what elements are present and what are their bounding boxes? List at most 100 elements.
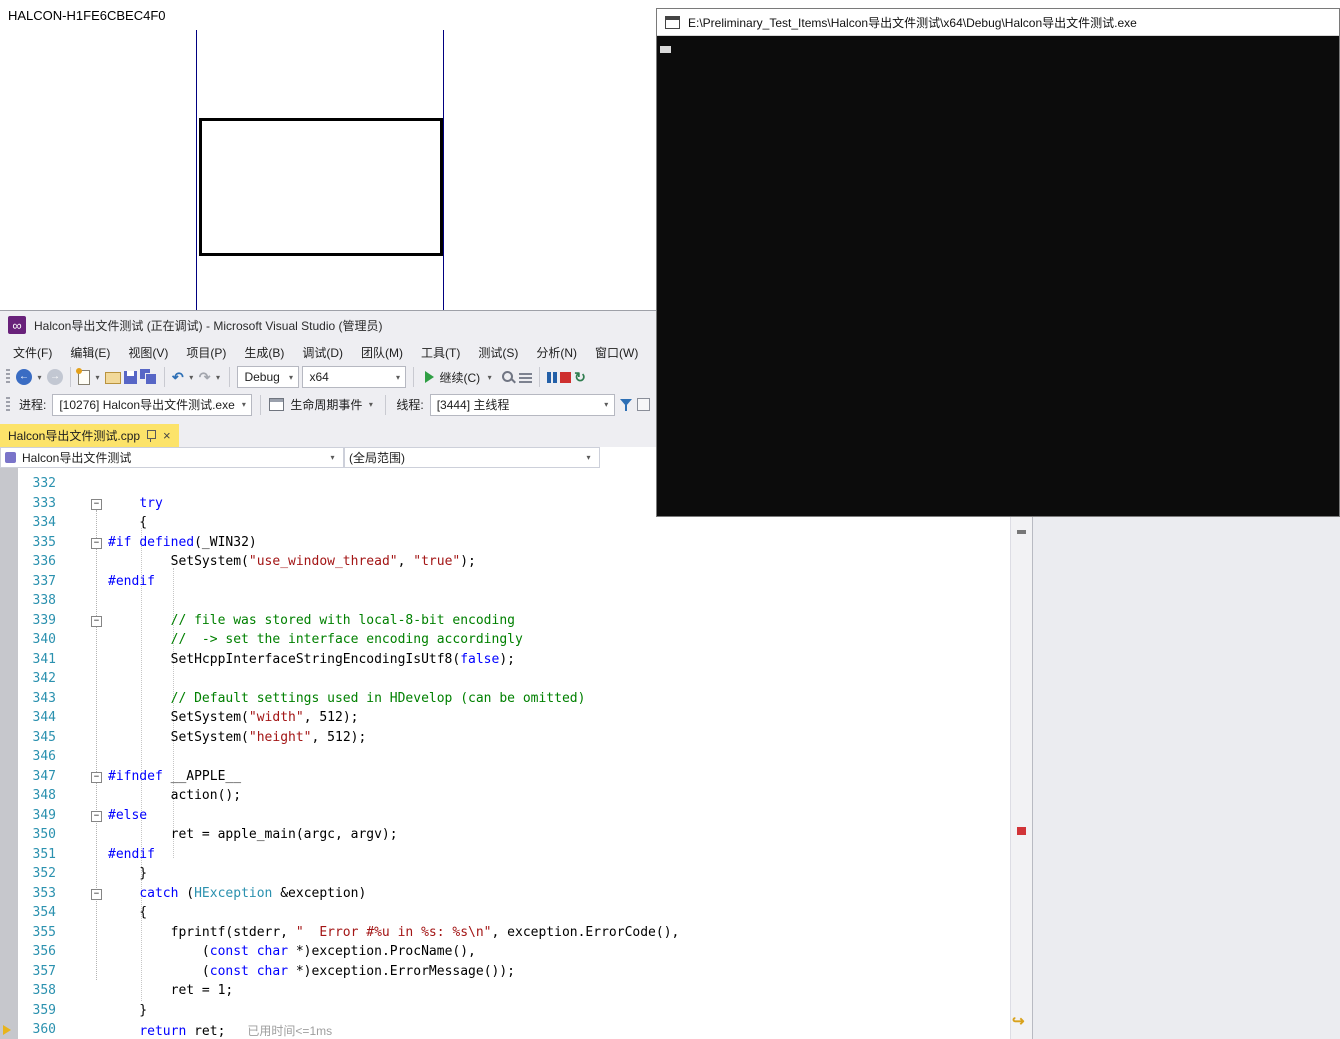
save-icon[interactable] xyxy=(124,370,137,384)
code-line-351[interactable]: 351 #endif xyxy=(0,846,1010,866)
dropdown-caret-icon[interactable]: ▾ xyxy=(93,373,102,382)
code-line-337[interactable]: 337 #endif xyxy=(0,573,1010,593)
stop-debugging-icon[interactable] xyxy=(560,371,572,383)
dropdown-caret-icon[interactable]: ▾ xyxy=(584,453,593,462)
code-line-344[interactable]: 344 SetSystem("width", 512); xyxy=(0,709,1010,729)
menu-item-3[interactable]: 项目(P) xyxy=(177,339,235,363)
code-line-356[interactable]: 356 (const char *)exception.ProcName(), xyxy=(0,943,1010,963)
toolbar-grip[interactable] xyxy=(6,369,10,385)
scrollbar-caret-mark xyxy=(1017,530,1026,534)
filter-icon[interactable] xyxy=(619,398,633,412)
code-line-345[interactable]: 345 SetSystem("height", 512); xyxy=(0,729,1010,749)
code-line-342[interactable]: 342 xyxy=(0,670,1010,690)
dropdown-caret-icon[interactable]: ▾ xyxy=(366,400,375,409)
code-line-357[interactable]: 357 (const char *)exception.ErrorMessage… xyxy=(0,963,1010,983)
fold-toggle-icon[interactable]: − xyxy=(91,498,102,510)
menu-item-1[interactable]: 编辑(E) xyxy=(61,339,119,363)
fold-toggle-icon[interactable]: − xyxy=(91,537,102,549)
dropdown-caret-icon[interactable]: ▾ xyxy=(35,373,44,382)
menu-item-8[interactable]: 测试(S) xyxy=(469,339,527,363)
menu-item-6[interactable]: 团队(M) xyxy=(352,339,412,363)
code-line-349[interactable]: 349 − #else xyxy=(0,807,1010,827)
scrollbar-breakpoint-mark xyxy=(1017,827,1026,835)
line-number: 337 xyxy=(32,573,56,589)
menu-item-9[interactable]: 分析(N) xyxy=(527,339,586,363)
code-line-348[interactable]: 348 action(); xyxy=(0,787,1010,807)
perf-tip[interactable]: 已用时间<=1ms xyxy=(247,1024,332,1038)
fold-toggle-icon[interactable]: − xyxy=(91,615,102,627)
fold-toggle-icon[interactable]: − xyxy=(91,810,102,822)
solution-platform-combo[interactable]: x64 ▾ xyxy=(302,366,407,388)
code-line-343[interactable]: 343 // Default settings used in HDevelop… xyxy=(0,690,1010,710)
save-all-icon[interactable] xyxy=(140,369,157,385)
code-text: (const char *)exception.ProcName(), xyxy=(108,944,476,959)
process-label: 进程: xyxy=(19,398,47,412)
code-line-341[interactable]: 341 SetHcppInterfaceStringEncodingIsUtf8… xyxy=(0,651,1010,671)
undo-icon[interactable]: ↶ xyxy=(172,369,184,385)
solution-configuration-combo[interactable]: Debug ▾ xyxy=(237,366,300,388)
new-file-icon[interactable] xyxy=(76,367,90,385)
lifecycle-events-dropdown[interactable]: 生命周期事件 ▾ xyxy=(288,396,377,413)
menu-item-10[interactable]: 窗口(W) xyxy=(586,339,647,363)
open-file-icon[interactable] xyxy=(105,372,121,384)
menu-item-0[interactable]: 文件(F) xyxy=(4,339,61,363)
code-line-350[interactable]: 350 ret = apple_main(argc, argv); xyxy=(0,826,1010,846)
console-window[interactable]: E:\Preliminary_Test_Items\Halcon导出文件测试\x… xyxy=(656,8,1340,517)
code-line-346[interactable]: 346 xyxy=(0,748,1010,768)
toolbar-grip[interactable] xyxy=(6,396,10,413)
code-line-353[interactable]: 353 − catch (HException &exception) xyxy=(0,885,1010,905)
project-icon xyxy=(5,452,16,463)
navigate-back-icon[interactable]: ← xyxy=(16,369,32,385)
fold-toggle-icon[interactable]: − xyxy=(91,888,102,900)
console-title-bar[interactable]: E:\Preliminary_Test_Items\Halcon导出文件测试\x… xyxy=(657,9,1339,36)
flag-icon[interactable] xyxy=(636,398,650,411)
toolbar-separator xyxy=(539,367,541,387)
restart-icon[interactable]: ↻ xyxy=(574,369,586,385)
members-combo[interactable]: (全局范围) ▾ xyxy=(344,447,600,468)
code-line-340[interactable]: 340 // -> set the interface encoding acc… xyxy=(0,631,1010,651)
code-line-354[interactable]: 354 { xyxy=(0,904,1010,924)
code-line-358[interactable]: 358 ret = 1; xyxy=(0,982,1010,1002)
code-line-336[interactable]: 336 SetSystem("use_window_thread", "true… xyxy=(0,553,1010,573)
editor-vertical-scrollbar[interactable]: ↪ xyxy=(1010,468,1032,1039)
menu-item-5[interactable]: 调试(D) xyxy=(293,339,352,363)
halcon-graphics-window[interactable]: HALCON-H1FE6CBEC4F0 xyxy=(0,0,658,310)
code-editor[interactable]: 332 333− try 334 {335− #if defined(_WIN32) 3… xyxy=(0,468,1032,1039)
code-line-359[interactable]: 359 } xyxy=(0,1002,1010,1022)
fold-toggle-icon[interactable]: − xyxy=(91,771,102,783)
dropdown-caret-icon[interactable]: ▾ xyxy=(213,373,222,382)
code-line-339[interactable]: 339 − // file was stored with local-8-bit… xyxy=(0,612,1010,632)
dropdown-caret-icon[interactable]: ▾ xyxy=(602,400,611,409)
output-window-icon[interactable] xyxy=(519,372,533,384)
search-icon[interactable] xyxy=(501,370,516,385)
types-combo[interactable]: Halcon导出文件测试 ▾ xyxy=(0,447,344,468)
code-line-352[interactable]: 352 } xyxy=(0,865,1010,885)
close-icon[interactable]: × xyxy=(163,429,171,442)
thread-label: 线程: xyxy=(396,398,424,412)
line-number: 340 xyxy=(32,632,56,647)
redo-icon[interactable]: ↷ xyxy=(199,369,211,385)
dropdown-caret-icon[interactable]: ▾ xyxy=(286,373,295,382)
break-all-icon[interactable] xyxy=(547,370,558,384)
code-text: action(); xyxy=(108,788,242,803)
dropdown-caret-icon[interactable]: ▾ xyxy=(328,453,337,462)
dropdown-caret-icon[interactable]: ▾ xyxy=(393,373,402,382)
menu-item-4[interactable]: 生成(B) xyxy=(235,339,293,363)
code-line-360[interactable]: 360 return ret; 已用时间<=1ms xyxy=(0,1021,1010,1039)
menu-item-7[interactable]: 工具(T) xyxy=(412,339,469,363)
dropdown-caret-icon[interactable]: ▾ xyxy=(187,373,196,382)
line-number: 350 xyxy=(32,827,56,842)
dropdown-caret-icon[interactable]: ▾ xyxy=(239,400,248,409)
code-line-335[interactable]: 335 − #if defined(_WIN32) xyxy=(0,534,1010,554)
tab-halcon-cpp[interactable]: Halcon导出文件测试.cpp × xyxy=(0,424,179,447)
code-line-338[interactable]: 338 xyxy=(0,592,1010,612)
continue-button[interactable]: 继续(C) ▾ xyxy=(421,365,498,389)
dropdown-caret-icon[interactable]: ▾ xyxy=(485,373,494,382)
code-line-355[interactable]: 355 fprintf(stderr, " Error #%u in %s: %… xyxy=(0,924,1010,944)
navigate-forward-icon[interactable]: → xyxy=(47,369,63,385)
code-line-347[interactable]: 347 − #ifndef __APPLE__ xyxy=(0,768,1010,788)
process-combo[interactable]: [10276] Halcon导出文件测试.exe ▾ xyxy=(52,393,253,416)
pin-icon[interactable] xyxy=(147,430,157,442)
thread-combo[interactable]: [3444] 主线程 ▾ xyxy=(429,393,615,416)
menu-item-2[interactable]: 视图(V) xyxy=(119,339,177,363)
